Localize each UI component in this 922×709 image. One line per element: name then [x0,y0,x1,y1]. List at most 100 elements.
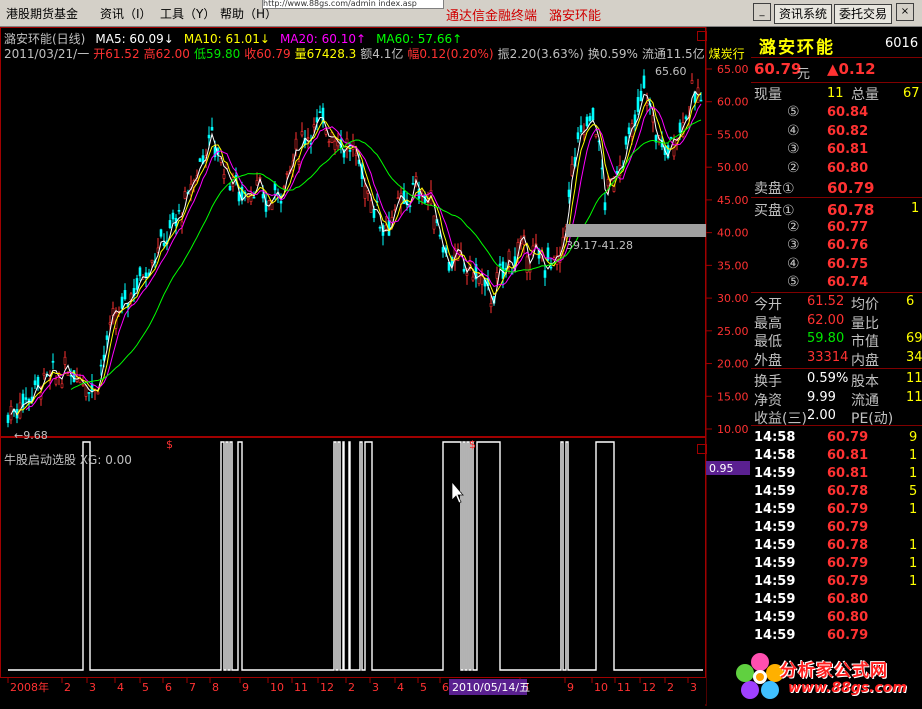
order-level-price: 60.80 [827,160,869,176]
candle-body [543,270,547,278]
header-field: 高62.00 [143,47,190,61]
order-level-price: 60.81 [827,142,869,157]
stat-value: 59.80 [807,331,845,346]
candle-body [378,226,382,229]
stat-label: 外盘 [754,352,782,369]
price-tick-label: 15.00 [717,390,749,403]
stat-label: 今开 [754,297,782,313]
url-fragment: http://www.88gs.com/admin index.asp [262,0,444,9]
kline-chart[interactable]: 0.95 65.00 60.00 55.00 50.00 45.00 40.00 35.00… [0,27,750,706]
promo-terminal[interactable]: 通达信金融终端 [446,5,537,24]
candle-body [297,161,301,165]
candle-body [588,116,592,122]
stat-value: 34 [906,349,922,365]
trade-button[interactable]: 委托交易 [834,4,892,24]
candle-body [690,80,694,84]
candle-body [294,138,298,150]
candle-body [285,173,289,175]
candle-body [63,356,67,365]
header-field: 开61.52 [93,47,140,61]
menu-item-info[interactable]: 资讯（I） [100,5,152,22]
stat-value: 33314 [807,349,849,365]
stat-value: 0.59% [807,371,849,386]
price-tick-label: 50.00 [717,161,749,174]
candle-body [549,266,553,269]
candle-body [135,278,139,290]
candle-body [120,296,124,309]
candle-body [606,179,610,187]
now-vol-label: 现量 [754,87,782,103]
candle-body [150,259,154,263]
stat-label: 净资 [754,392,782,409]
candle-body [33,380,37,386]
candle-body [669,136,673,139]
stat-value: 62.00 [807,312,845,328]
tick-time: 14:59 [754,484,796,499]
watermark: 分析家公式网 www.88gs.com [722,648,922,706]
indicator-series [8,441,703,671]
tick-price: 60.79 [827,430,869,445]
order-level-label: ③ [787,141,800,157]
candle-body [579,125,583,133]
header-field: 额4.1亿 [360,47,404,61]
candle-body [207,134,211,139]
candle-body [171,212,175,220]
time-tick-label: 5 [420,681,427,694]
candle-body [324,130,328,135]
stat-value: 11 [906,389,922,405]
candle-body [273,183,277,191]
low-annotation: ←9.68 [14,429,48,442]
time-tick-label: 6 [165,681,172,694]
panel-toggle-icon[interactable] [697,31,707,41]
price-tick-label: 10.00 [717,423,749,436]
time-tick-label: 10 [270,681,284,694]
chart-area[interactable]: 0.95 65.00 60.00 55.00 50.00 45.00 40.00 35.00… [0,27,750,706]
candle-body [108,322,112,325]
candle-body [51,360,55,363]
moving-average-lines [10,90,702,416]
tick-vol: 1 [909,574,918,589]
menu-item-hk-futures[interactable]: 港股期货基金 [6,5,78,22]
xg-signal-line [8,441,703,671]
candle-body [699,99,703,102]
close-icon[interactable]: × [896,3,914,21]
gap-band [566,224,706,237]
stat-label: 最高 [754,315,782,332]
promo-stock[interactable]: 潞安环能 [549,5,601,24]
candle-body [471,276,475,281]
menu-item-tools[interactable]: 工具（Y） [160,5,215,22]
tick-vol: 1 [909,502,918,517]
dividend-mark: $ [469,438,476,451]
candle-body [498,263,502,266]
candle-body [81,384,85,386]
tick-time: 14:59 [754,592,796,607]
panel-toggle-icon[interactable] [697,444,707,454]
candle-body [177,210,181,212]
candle-body [300,131,304,136]
header-field: 幅0.12(0.20%) [407,47,494,61]
stat-label: 最低 [754,334,782,350]
info-system-button[interactable]: 资讯系统 [774,4,832,24]
price-tick-label: 45.00 [717,194,749,207]
time-tick-label: 12 [320,681,334,694]
candle-body [645,102,649,106]
candle-body [183,191,187,199]
stock-name: 潞安环能 [759,38,835,58]
time-tick-label: 2 [348,681,355,694]
candle-body [462,268,466,272]
price-tick-label: 40.00 [717,227,749,240]
stat-label: 股本 [851,374,879,390]
time-tick-label: 2 [64,681,71,694]
time-tick-label: 9 [567,681,574,694]
candle-body [636,97,640,112]
minimize-icon[interactable]: _ [753,3,771,21]
candle-body [603,202,607,211]
menu-bar: 港股期货基金 资讯（I） 工具（Y） 帮助（H） http://www.88gs… [0,0,922,27]
candle-body [327,141,331,143]
candle-body [222,174,226,179]
stat-label: 流通 [851,392,879,409]
time-tick-label: 9 [242,681,249,694]
candle-body [411,182,415,185]
time-tick-label: 11 [294,681,308,694]
time-tick-label: 11 [617,681,631,694]
